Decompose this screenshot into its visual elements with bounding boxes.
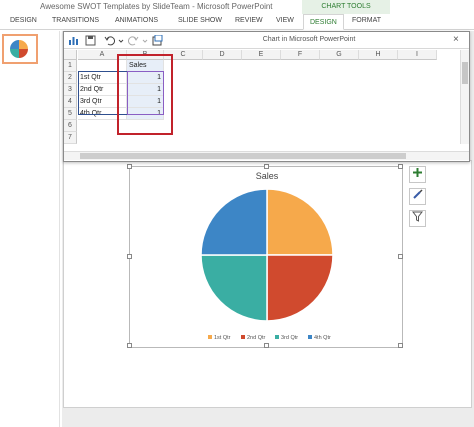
cell-a5[interactable]: 4th Qtr: [78, 108, 127, 120]
save-icon[interactable]: [85, 35, 96, 46]
legend-swatch-2: [241, 335, 245, 339]
plus-icon: [413, 168, 422, 177]
cell-b2[interactable]: 1: [127, 72, 164, 84]
chart-filters-button[interactable]: [409, 210, 426, 227]
column-header-b[interactable]: B: [127, 50, 164, 60]
column-header-e[interactable]: E: [242, 50, 281, 60]
chart-tools-group-label: CHART TOOLS: [302, 0, 390, 14]
row-header-3[interactable]: 3: [64, 84, 77, 96]
resize-handle-bottom[interactable]: [264, 343, 269, 348]
close-icon[interactable]: ×: [453, 34, 459, 45]
tab-chart-format[interactable]: FORMAT: [352, 17, 381, 24]
chart-window-title: Chart in Microsoft PowerPoint: [262, 36, 356, 43]
redo-dropdown-icon[interactable]: [142, 35, 148, 46]
resize-handle-bottom-left[interactable]: [127, 343, 132, 348]
resize-handle-top[interactable]: [264, 164, 269, 169]
resize-handle-bottom-right[interactable]: [398, 343, 403, 348]
tab-design-main[interactable]: DESIGN: [10, 17, 37, 24]
cell-b5[interactable]: 1: [127, 108, 164, 120]
tab-review[interactable]: REVIEW: [235, 17, 263, 24]
legend-label-1: 1st Qtr: [214, 335, 231, 341]
chart-object[interactable]: Sales 1st Qtr 2nd Qtr 3rd Qtr 4th Qtr: [127, 164, 403, 348]
vertical-scroll-thumb[interactable]: [462, 62, 468, 84]
cell-b3[interactable]: 1: [127, 84, 164, 96]
window-title: Awesome SWOT Templates by SlideTeam - Mi…: [40, 2, 273, 11]
ribbon-tabs: DESIGN TRANSITIONS ANIMATIONS SLIDE SHOW…: [0, 14, 474, 30]
filter-icon: [411, 211, 424, 222]
column-header-h[interactable]: H: [359, 50, 398, 60]
undo-dropdown-icon[interactable]: [118, 35, 124, 46]
legend-label-4: 4th Qtr: [314, 335, 331, 341]
chart-data-window: Chart in Microsoft PowerPoint × A B C D …: [63, 31, 470, 162]
tab-transitions[interactable]: TRANSITIONS: [52, 17, 99, 24]
tab-slide-show[interactable]: SLIDE SHOW: [178, 17, 222, 24]
redo-icon[interactable]: [128, 35, 139, 46]
horizontal-scrollbar[interactable]: [64, 151, 469, 160]
legend-label-3: 3rd Qtr: [281, 335, 298, 341]
horizontal-scroll-thumb[interactable]: [80, 153, 406, 159]
select-all-corner[interactable]: [64, 50, 77, 60]
column-header-g[interactable]: G: [320, 50, 359, 60]
slide-thumbnail[interactable]: [2, 34, 38, 64]
column-header-f[interactable]: F: [281, 50, 320, 60]
legend-swatch-3: [275, 335, 279, 339]
row-header-6[interactable]: 6: [64, 120, 77, 132]
pie-slice-1[interactable]: [266, 188, 334, 256]
row-header-4[interactable]: 4: [64, 96, 77, 108]
row-header-5[interactable]: 5: [64, 108, 77, 120]
undo-icon[interactable]: [104, 35, 115, 46]
cell-a2[interactable]: 1st Qtr: [78, 72, 127, 84]
pie-slice-2[interactable]: [266, 254, 334, 322]
pie-slice-3[interactable]: [200, 254, 268, 322]
resize-handle-right[interactable]: [398, 254, 403, 259]
row-header-2[interactable]: 2: [64, 72, 77, 84]
title-bar: Awesome SWOT Templates by SlideTeam - Mi…: [0, 0, 474, 14]
legend-swatch-1: [208, 335, 212, 339]
chart-styles-button[interactable]: [409, 188, 426, 205]
cell-b1[interactable]: Sales: [127, 60, 164, 72]
spreadsheet-grid: A B C D E F G H I 1 2 3 4 5 6 7 Sales 1s…: [64, 50, 460, 144]
legend-label-2: 2nd Qtr: [247, 335, 266, 341]
chart-elements-button[interactable]: [409, 166, 426, 183]
chart-data-toolbar: Chart in Microsoft PowerPoint ×: [64, 32, 469, 49]
slides-pane: [0, 31, 60, 427]
row-header-7[interactable]: 7: [64, 132, 77, 144]
pie-chart: Sales 1st Qtr 2nd Qtr 3rd Qtr 4th Qtr: [200, 171, 334, 341]
column-header-d[interactable]: D: [203, 50, 242, 60]
edit-data-in-excel-icon[interactable]: [152, 35, 163, 46]
column-header-i[interactable]: I: [398, 50, 437, 60]
brush-icon: [413, 189, 423, 199]
cell-a3[interactable]: 2nd Qtr: [78, 84, 127, 96]
cell-a4[interactable]: 3rd Qtr: [78, 96, 127, 108]
cell-b4[interactable]: 1: [127, 96, 164, 108]
resize-handle-top-right[interactable]: [398, 164, 403, 169]
thumbnail-pie-image: [10, 40, 28, 58]
resize-handle-left[interactable]: [127, 254, 132, 259]
tab-chart-design[interactable]: DESIGN: [303, 14, 344, 30]
vertical-scrollbar[interactable]: [460, 50, 469, 144]
resize-handle-top-left[interactable]: [127, 164, 132, 169]
chart-title: Sales: [256, 171, 279, 181]
column-header-c[interactable]: C: [164, 50, 203, 60]
tab-view[interactable]: VIEW: [276, 17, 294, 24]
excel-icon[interactable]: [68, 35, 79, 46]
pie-slice-4[interactable]: [200, 188, 268, 256]
legend-swatch-4: [308, 335, 312, 339]
column-header-a[interactable]: A: [78, 50, 127, 60]
row-header-1[interactable]: 1: [64, 60, 77, 72]
tab-animations[interactable]: ANIMATIONS: [115, 17, 158, 24]
cell-a1[interactable]: [78, 60, 127, 72]
